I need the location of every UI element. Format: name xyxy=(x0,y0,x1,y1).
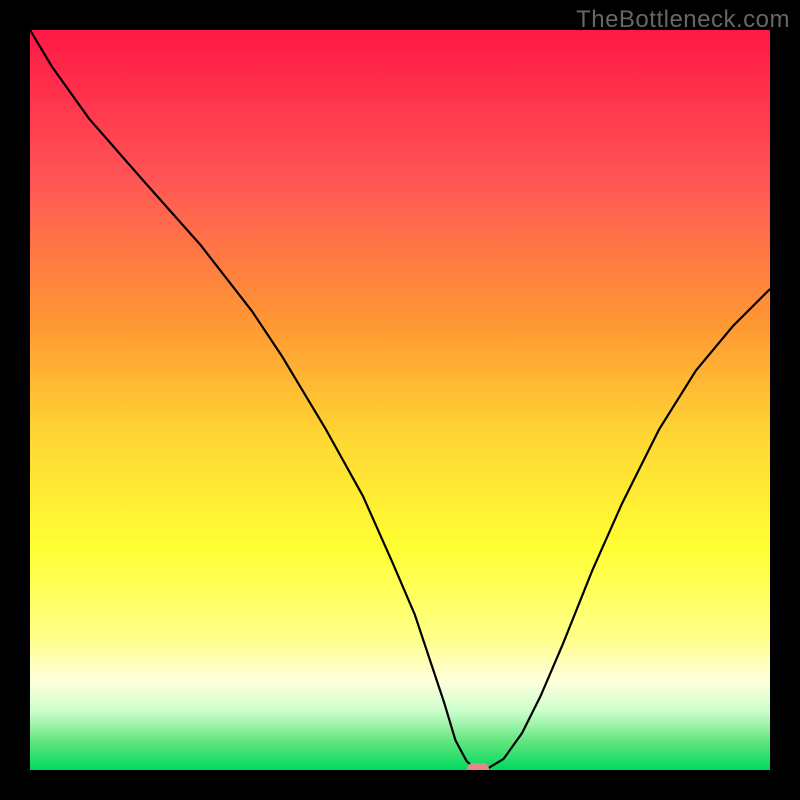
chart-frame: TheBottleneck.com xyxy=(0,0,800,800)
plot-area xyxy=(30,30,770,770)
optimum-marker xyxy=(467,763,489,770)
bottleneck-curve xyxy=(30,30,770,770)
